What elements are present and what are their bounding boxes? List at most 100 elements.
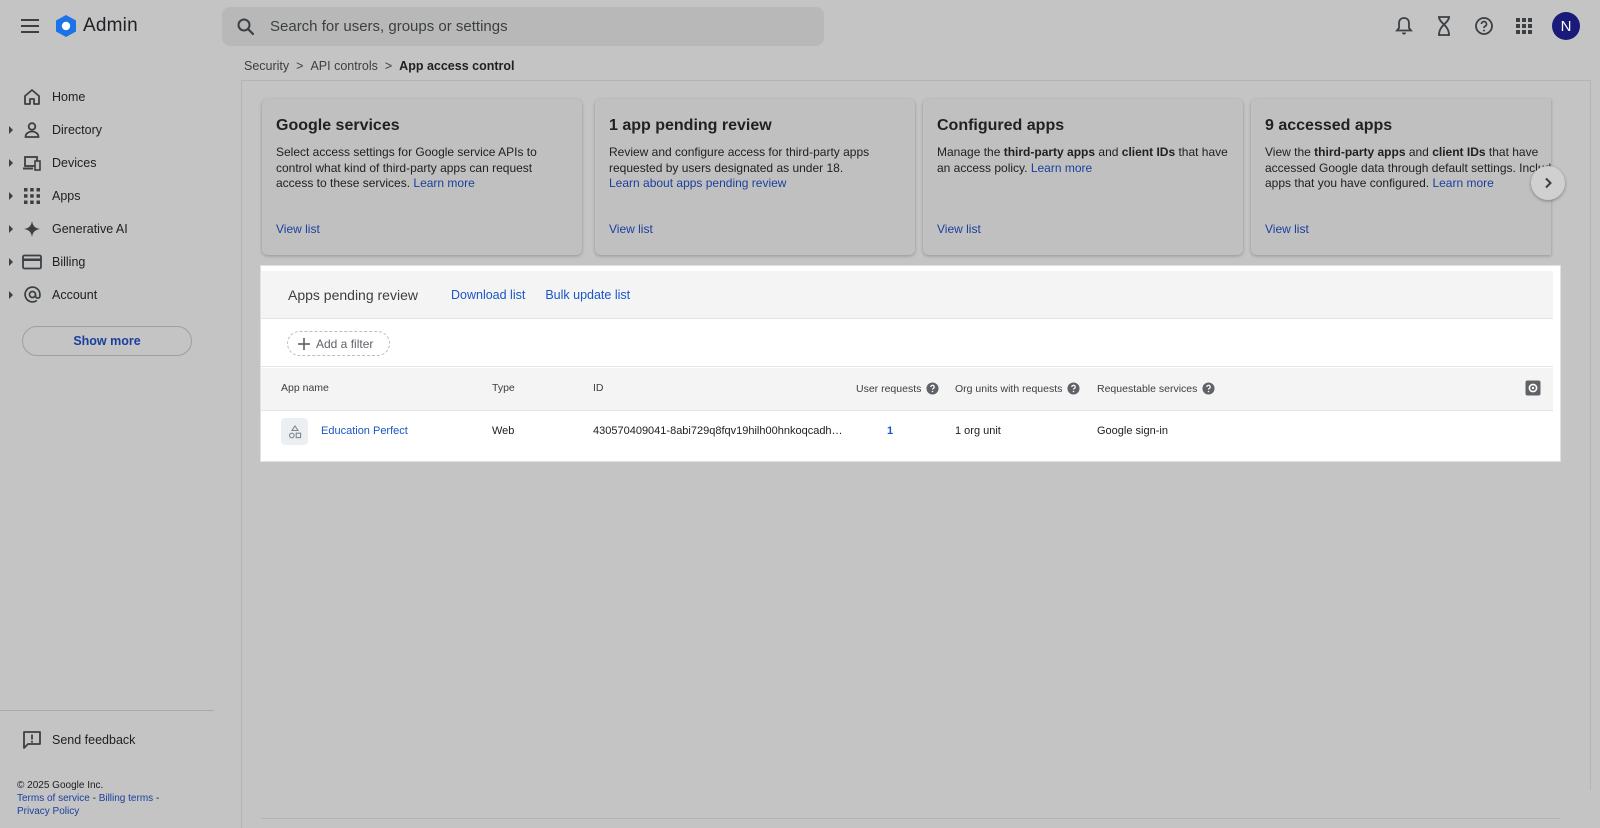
plus-icon — [298, 337, 310, 350]
hamburger-icon — [21, 19, 39, 33]
sidebar-item-label: Billing — [52, 254, 86, 269]
chevron-right-icon: > — [384, 59, 393, 73]
send-feedback-button[interactable]: Send feedback — [22, 726, 135, 754]
show-more-button[interactable]: Show more — [22, 326, 192, 356]
search-bar[interactable] — [222, 7, 824, 46]
expand-arrow-icon — [9, 224, 13, 233]
app-name-link[interactable]: Education Perfect — [321, 425, 408, 437]
admin-logo[interactable]: Admin — [54, 14, 138, 38]
sidebar-item-directory[interactable]: Directory — [0, 113, 214, 146]
learn-more-link[interactable]: Learn more — [1031, 161, 1092, 175]
card-description: Manage the third-party apps and client I… — [937, 145, 1228, 175]
apps-grid-icon — [22, 186, 42, 206]
column-header-app-name[interactable]: App name — [281, 382, 329, 394]
search-icon — [237, 18, 255, 35]
main-menu-button[interactable] — [18, 14, 42, 38]
sidebar-item-label: Generative AI — [52, 221, 128, 236]
top-bar: Admin N — [0, 0, 1600, 54]
bulk-update-list-link[interactable]: Bulk update list — [545, 288, 630, 302]
app-placeholder-icon — [281, 418, 308, 445]
home-icon — [22, 87, 42, 107]
sidebar-item-account[interactable]: Account — [0, 278, 214, 311]
column-header-requestable-services[interactable]: Requestable services — [1097, 382, 1215, 395]
expand-arrow-icon — [9, 191, 13, 200]
card-title: Google services — [276, 117, 400, 134]
expand-arrow-icon — [9, 257, 13, 266]
table-header: App name Type ID User requests Org units… — [261, 368, 1553, 411]
learn-about-pending-link[interactable]: Learn about apps pending review — [609, 176, 786, 190]
content-bottom-divider — [261, 818, 1560, 819]
column-header-id[interactable]: ID — [593, 382, 604, 394]
expand-arrow-icon — [9, 290, 13, 299]
column-settings-icon[interactable] — [1525, 380, 1541, 396]
table-row[interactable]: Education Perfect Web 430570409041-8abi7… — [261, 411, 1553, 454]
sidebar-item-devices[interactable]: Devices — [0, 146, 214, 179]
user-requests-count[interactable]: 1 — [887, 425, 893, 437]
help-icon[interactable] — [1202, 382, 1215, 395]
account-avatar[interactable]: N — [1552, 12, 1580, 40]
view-list-link[interactable]: View list — [609, 222, 653, 236]
expand-arrow-icon — [9, 158, 13, 167]
org-units-value: 1 org unit — [955, 425, 1001, 437]
sparkle-icon — [22, 219, 42, 239]
panel-header: Apps pending review Download list Bulk u… — [261, 271, 1553, 319]
apps-grid-icon — [1516, 18, 1532, 34]
sidebar-item-home[interactable]: Home — [0, 80, 214, 113]
at-sign-icon — [22, 285, 42, 305]
notifications-button[interactable] — [1390, 12, 1418, 40]
admin-hexagon-icon — [56, 15, 76, 37]
breadcrumb-api-controls[interactable]: API controls — [310, 59, 377, 73]
view-list-link[interactable]: View list — [1265, 222, 1309, 236]
help-button[interactable] — [1470, 12, 1498, 40]
panel-title: Apps pending review — [288, 286, 418, 303]
card-configured-apps: Configured apps Manage the third-party a… — [923, 99, 1243, 255]
app-name: Admin — [83, 15, 138, 36]
sidebar-item-label: Directory — [52, 122, 103, 137]
app-type: Web — [492, 425, 515, 437]
header-actions: N — [1378, 12, 1580, 40]
app-client-id: 430570409041-8abi729q8fqv19hilh00hnkoqca… — [593, 425, 843, 437]
column-header-org-units[interactable]: Org units with requests — [955, 382, 1080, 395]
help-icon[interactable] — [1067, 382, 1080, 395]
billing-terms-link[interactable]: Billing terms — [99, 793, 153, 804]
sidebar-item-generative-ai[interactable]: Generative AI — [0, 212, 214, 245]
terms-of-service-link[interactable]: Terms of service — [17, 793, 90, 804]
sidebar-item-billing[interactable]: Billing — [0, 245, 214, 278]
learn-more-link[interactable]: Learn more — [1432, 176, 1493, 190]
breadcrumb-current: App access control — [399, 59, 515, 73]
sidebar-item-label: Devices — [52, 155, 97, 170]
learn-more-link[interactable]: Learn more — [413, 176, 474, 190]
google-apps-button[interactable] — [1510, 12, 1538, 40]
column-header-user-requests[interactable]: User requests — [856, 382, 939, 395]
privacy-policy-link[interactable]: Privacy Policy — [17, 806, 79, 817]
sidebar-item-label: Account — [52, 287, 98, 302]
column-header-type[interactable]: Type — [492, 382, 515, 394]
breadcrumb-security[interactable]: Security — [244, 59, 289, 73]
help-icon[interactable] — [926, 382, 939, 395]
chevron-right-icon — [1545, 177, 1552, 189]
card-description: Select access settings for Google servic… — [276, 145, 537, 190]
sidebar-item-apps[interactable]: Apps — [0, 179, 214, 212]
card-description: View the third-party apps and client IDs… — [1265, 145, 1551, 190]
view-list-link[interactable]: View list — [937, 222, 981, 236]
devices-icon — [22, 153, 42, 173]
card-google-services: Google services Select access settings f… — [262, 99, 582, 255]
sidebar-divider — [0, 710, 214, 711]
add-filter-button[interactable]: Add a filter — [287, 331, 390, 356]
breadcrumb: Security > API controls > App access con… — [244, 59, 515, 73]
carousel-next-button[interactable] — [1531, 166, 1565, 200]
page-scrollbar[interactable] — [1590, 80, 1600, 790]
download-list-link[interactable]: Download list — [451, 288, 525, 302]
expand-arrow-icon — [9, 125, 13, 134]
help-circle-icon — [1475, 17, 1493, 35]
bell-icon — [1395, 17, 1413, 35]
view-list-link[interactable]: View list — [276, 222, 320, 236]
chevron-right-icon: > — [296, 59, 304, 73]
feedback-icon — [23, 731, 41, 749]
tasks-button[interactable] — [1430, 12, 1458, 40]
hourglass-icon — [1438, 16, 1450, 36]
card-title: Configured apps — [937, 117, 1065, 134]
search-input[interactable] — [270, 18, 790, 35]
card-title: 9 accessed apps — [1265, 117, 1393, 134]
card-description: Review and configure access for third-pa… — [609, 145, 870, 190]
